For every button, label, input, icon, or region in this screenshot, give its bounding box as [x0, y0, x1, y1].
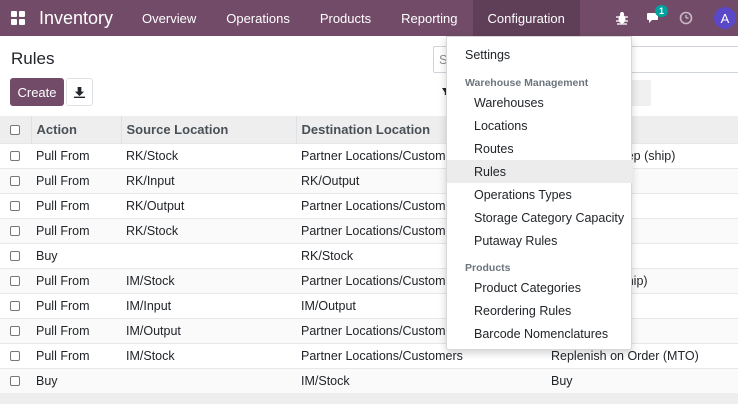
cell-action: Pull From — [31, 292, 121, 318]
create-button[interactable]: Create — [10, 78, 64, 106]
menu-item-settings[interactable]: Settings — [447, 43, 633, 66]
page-title: Rules — [11, 49, 55, 68]
cell-source-location: RK/Input — [121, 167, 296, 193]
configuration-dropdown: Settings Warehouse Management Warehouses… — [446, 36, 633, 350]
cell-action: Pull From — [31, 142, 121, 168]
cell-action: Pull From — [31, 217, 121, 243]
clock-icon[interactable] — [670, 0, 702, 36]
messages-icon[interactable]: 1 — [638, 0, 670, 36]
apps-menu-icon[interactable] — [0, 0, 36, 36]
menu-item-putaway-rules[interactable]: Putaway Rules — [447, 229, 633, 252]
cell-action: Pull From — [31, 267, 121, 293]
menu-reporting[interactable]: Reporting — [386, 0, 472, 36]
cell-source-location: IM/Stock — [121, 267, 296, 293]
menu-operations[interactable]: Operations — [211, 0, 305, 36]
menu-configuration[interactable]: Configuration — [472, 0, 580, 36]
row-checkbox[interactable] — [0, 167, 31, 193]
download-button[interactable] — [66, 78, 93, 106]
row-checkbox[interactable] — [0, 317, 31, 343]
systray: 1 A — [606, 0, 738, 36]
cell-source-location: IM/Stock — [121, 342, 296, 368]
row-checkbox[interactable] — [0, 242, 31, 268]
app-title[interactable]: Inventory — [39, 8, 113, 29]
cell-source-location: RK/Stock — [121, 142, 296, 168]
bug-icon[interactable] — [606, 0, 638, 36]
menu-item-product-categories[interactable]: Product Categories — [447, 276, 633, 299]
row-checkbox[interactable] — [0, 217, 31, 243]
menu-item-rules[interactable]: Rules — [447, 160, 633, 183]
cell-source-location: RK/Output — [121, 192, 296, 218]
row-checkbox[interactable] — [0, 267, 31, 293]
table-footer — [0, 393, 738, 404]
user-avatar[interactable]: A — [714, 7, 736, 29]
menu-item-operations-types[interactable]: Operations Types — [447, 183, 633, 206]
menu-item-storage-category-capacity[interactable]: Storage Category Capacity — [447, 206, 633, 229]
top-navbar: Inventory Overview Operations Products R… — [0, 0, 738, 36]
menu-item-locations[interactable]: Locations — [447, 114, 633, 137]
row-checkbox[interactable] — [0, 367, 31, 393]
cell-action: Buy — [31, 367, 121, 393]
section-header-products: Products — [465, 262, 511, 274]
cell-action: Pull From — [31, 192, 121, 218]
menu-item-routes[interactable]: Routes — [447, 137, 633, 160]
section-header-warehouse-management: Warehouse Management — [465, 77, 589, 89]
cell-action: Buy — [31, 242, 121, 268]
select-all-checkbox[interactable] — [0, 116, 32, 143]
download-icon — [74, 86, 85, 98]
cell-destination-location: IM/Stock — [296, 367, 546, 393]
row-checkbox[interactable] — [0, 192, 31, 218]
cell-source-location: RK/Stock — [121, 217, 296, 243]
cell-action: Pull From — [31, 317, 121, 343]
cell-source-location: IM/Input — [121, 292, 296, 318]
menu-item-barcode-nomenclatures[interactable]: Barcode Nomenclatures — [447, 322, 633, 345]
cell-action: Pull From — [31, 167, 121, 193]
cell-route: Buy — [546, 367, 738, 393]
row-checkbox[interactable] — [0, 292, 31, 318]
message-count-badge: 1 — [655, 5, 669, 17]
cell-source-location — [121, 367, 296, 393]
menu-item-reordering-rules[interactable]: Reordering Rules — [447, 299, 633, 322]
menu-overview[interactable]: Overview — [127, 0, 211, 36]
row-checkbox[interactable] — [0, 142, 31, 168]
row-checkbox[interactable] — [0, 342, 31, 368]
cell-action: Pull From — [31, 342, 121, 368]
cell-source-location — [121, 242, 296, 268]
column-header-action[interactable]: Action — [31, 116, 122, 143]
cell-source-location: IM/Output — [121, 317, 296, 343]
column-header-source-location[interactable]: Source Location — [121, 116, 297, 143]
table-row[interactable]: Buy IM/Stock Buy — [0, 367, 738, 393]
menu-item-warehouses[interactable]: Warehouses — [447, 91, 633, 114]
menu-products[interactable]: Products — [305, 0, 386, 36]
